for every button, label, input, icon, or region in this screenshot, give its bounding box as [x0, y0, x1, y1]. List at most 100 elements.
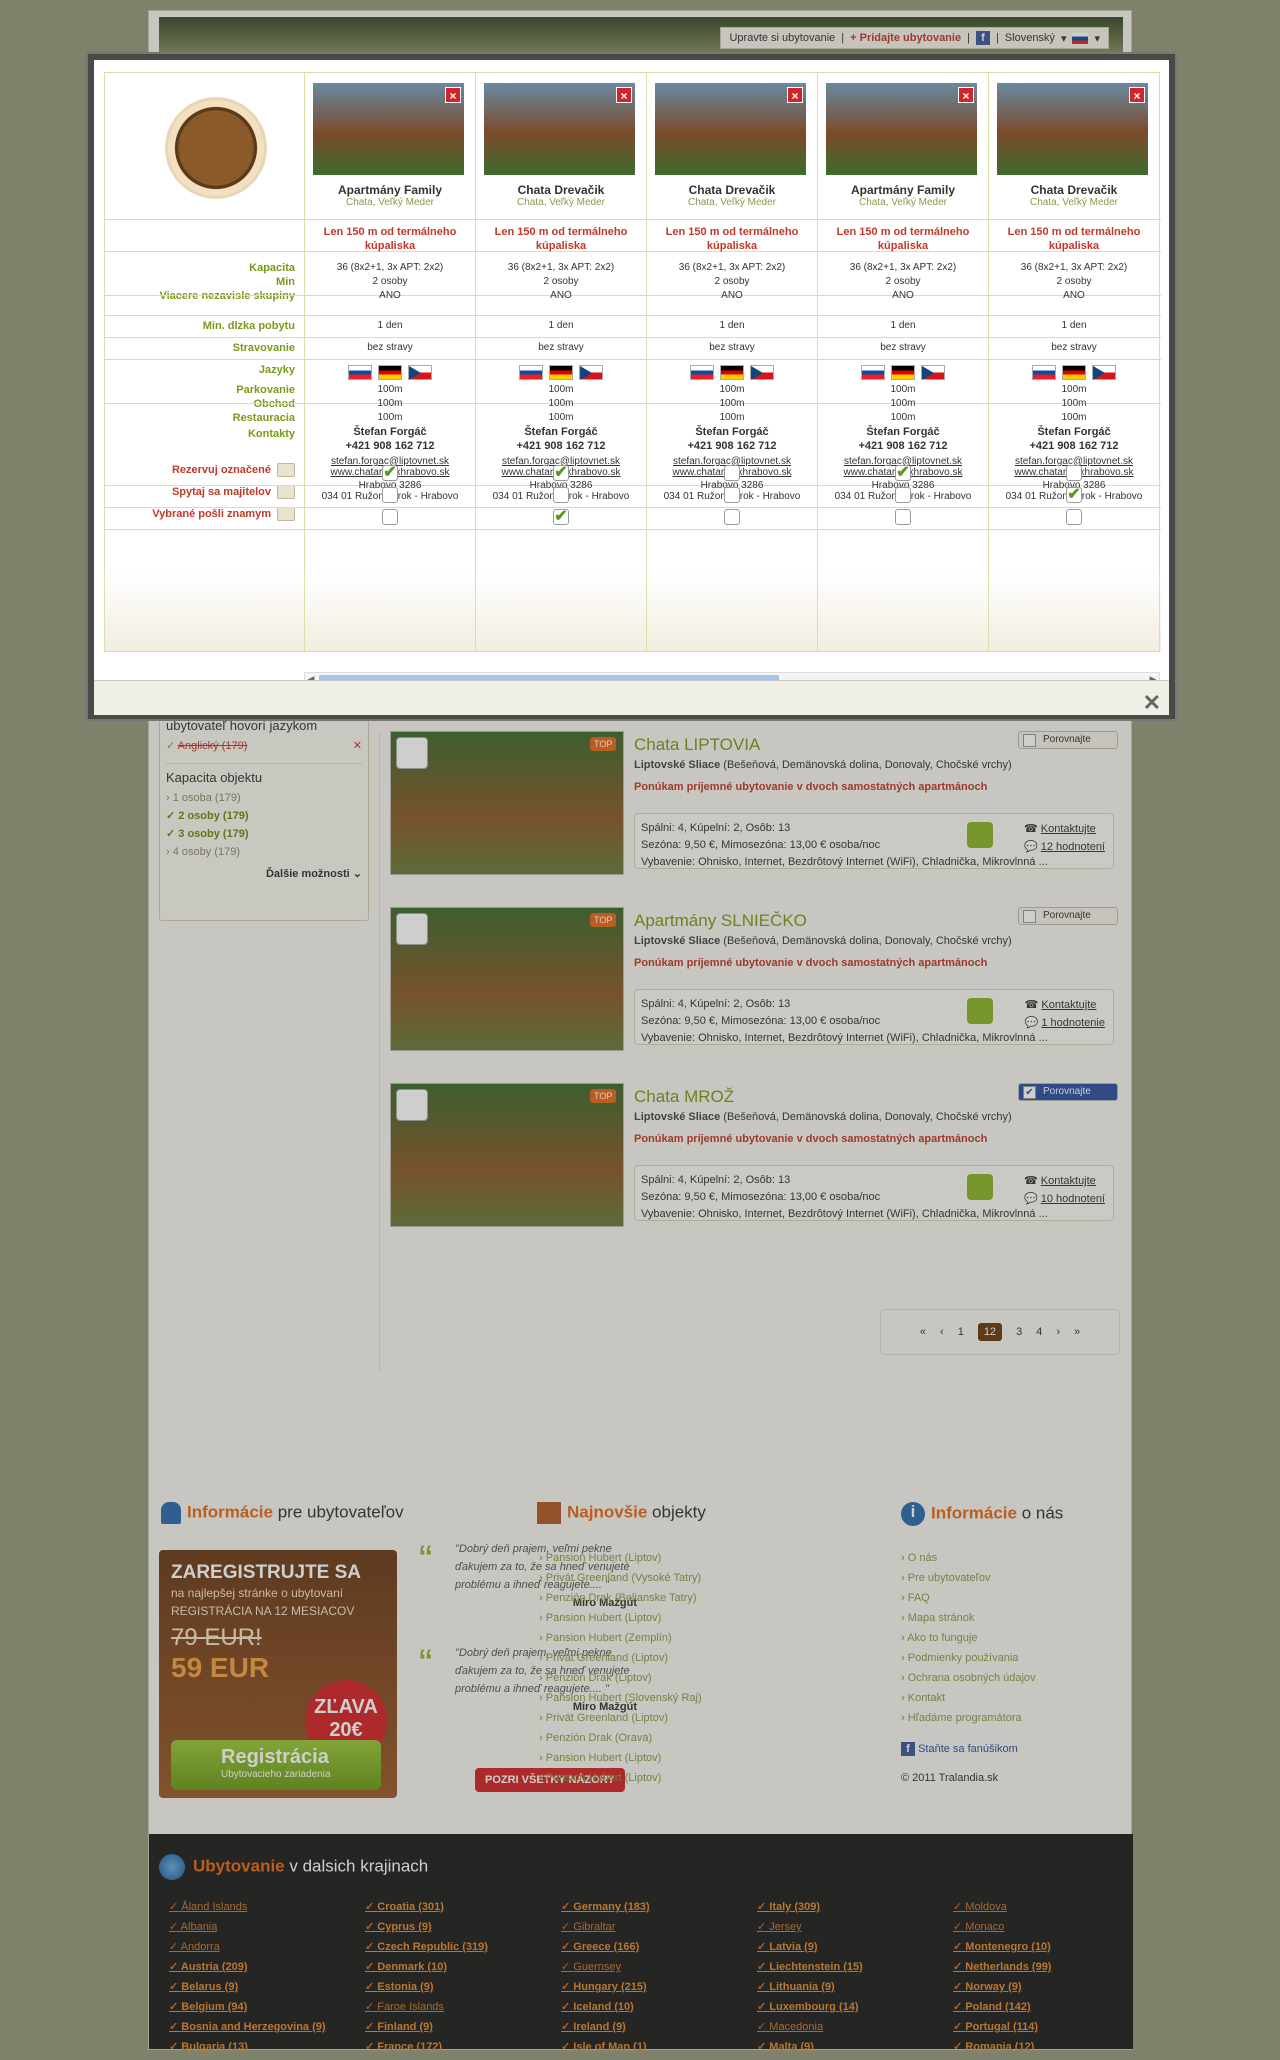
language-flags: [305, 365, 475, 380]
reserve-checkbox[interactable]: [382, 465, 398, 481]
row-label-reserve: Rezervuj označené: [105, 463, 295, 478]
compare-contact-phone: +421 908 162 712: [1029, 440, 1119, 452]
remove-compare-icon[interactable]: ×: [787, 87, 803, 103]
compare-distance: Len 150 m od termálneho kúpaliska: [836, 226, 970, 252]
flag-de-icon: [549, 365, 573, 380]
compare-type: Chata, Veľký Meder: [859, 197, 947, 208]
remove-compare-icon[interactable]: ×: [958, 87, 974, 103]
remove-compare-icon[interactable]: ×: [616, 87, 632, 103]
reserve-checkbox[interactable]: [553, 465, 569, 481]
compare-value-shop: 100m: [890, 398, 916, 409]
flag-de-icon: [1062, 365, 1086, 380]
compare-value-cap: 36 (8x2+1, 3x APT: 2x2): [849, 262, 957, 273]
compare-value-groups: ANO: [721, 290, 743, 301]
modal-overlay[interactable]: Kapacita Min Viacere nezavisle skupiny Min.…: [0, 0, 1280, 2060]
ask-checkbox[interactable]: [382, 487, 398, 503]
ask-checkbox[interactable]: [724, 487, 740, 503]
compare-photo[interactable]: [655, 83, 806, 175]
compare-value-cap: 36 (8x2+1, 3x APT: 2x2): [1020, 262, 1128, 273]
remove-compare-icon[interactable]: ×: [1129, 87, 1145, 103]
language-flags: [989, 365, 1159, 380]
flag-sk-icon: [519, 365, 543, 380]
compare-contact-owner: Štefan Forgáč: [866, 426, 940, 438]
ask-checkbox[interactable]: [895, 487, 911, 503]
compare-column: × Apartmány Family Chata, Veľký Meder Len 1…: [305, 73, 476, 651]
compare-value-park: 100m: [890, 384, 916, 395]
flag-sk-icon: [1032, 365, 1056, 380]
compare-photo[interactable]: [484, 83, 635, 175]
row-label-ask: Spytaj sa majitelov: [105, 485, 295, 500]
compare-photo[interactable]: [997, 83, 1148, 175]
compare-value-min: 2 osoby: [885, 276, 921, 287]
compare-value-park: 100m: [548, 384, 574, 395]
language-flags: [647, 365, 817, 380]
send-checkbox[interactable]: [1066, 509, 1082, 525]
compare-value-shop: 100m: [548, 398, 574, 409]
compare-column: × Chata Drevačik Chata, Veľký Meder Len 150…: [476, 73, 647, 651]
compare-photo[interactable]: [313, 83, 464, 175]
compare-value-cap: 36 (8x2+1, 3x APT: 2x2): [678, 262, 786, 273]
row-label-min: Min: [276, 276, 295, 288]
flag-cz-icon: [579, 365, 603, 380]
compare-distance: Len 150 m od termálneho kúpaliska: [1007, 226, 1141, 252]
ask-checkbox[interactable]: [553, 487, 569, 503]
send-checkbox[interactable]: [382, 509, 398, 525]
compare-distance: Len 150 m od termálneho kúpaliska: [665, 226, 799, 252]
compare-name[interactable]: Apartmány Family: [818, 183, 988, 197]
send-checkbox[interactable]: [724, 509, 740, 525]
compare-type: Chata, Veľký Meder: [1030, 197, 1118, 208]
compare-table: Kapacita Min Viacere nezavisle skupiny Min.…: [104, 72, 1161, 652]
compare-contact-phone: +421 908 162 712: [516, 440, 606, 452]
row-label-contacts: Kontakty: [247, 428, 295, 440]
language-flags: [818, 365, 988, 380]
flag-cz-icon: [750, 365, 774, 380]
compare-value-min: 2 osoby: [1056, 276, 1092, 287]
ask-checkbox[interactable]: [1066, 487, 1082, 503]
flag-de-icon: [891, 365, 915, 380]
compare-contact-phone: +421 908 162 712: [687, 440, 777, 452]
compare-contact-owner: Štefan Forgáč: [353, 426, 427, 438]
compare-value-shop: 100m: [377, 398, 403, 409]
compare-value-park: 100m: [1061, 384, 1087, 395]
reserve-checkbox[interactable]: [724, 465, 740, 481]
flag-de-icon: [378, 365, 402, 380]
compare-contact-owner: Štefan Forgáč: [524, 426, 598, 438]
compare-photo[interactable]: [826, 83, 977, 175]
send-checkbox[interactable]: [553, 509, 569, 525]
row-label-capacity: Kapacita: [249, 262, 295, 274]
compare-name[interactable]: Apartmány Family: [305, 183, 475, 197]
compare-value-park: 100m: [377, 384, 403, 395]
reserve-checkbox[interactable]: [1066, 465, 1082, 481]
compare-value-rest: 100m: [377, 412, 403, 423]
compare-value-food: bez stravy: [1051, 342, 1097, 353]
row-label-send: Vybrané pošli znamym: [105, 507, 295, 522]
reserve-icon: [277, 463, 295, 478]
compare-name[interactable]: Chata Drevačik: [989, 183, 1159, 197]
compare-value-shop: 100m: [1061, 398, 1087, 409]
compare-value-food: bez stravy: [367, 342, 413, 353]
language-flags: [476, 365, 646, 380]
flag-de-icon: [720, 365, 744, 380]
row-label-rest: Restauracia: [232, 412, 295, 424]
compare-column: × Chata Drevačik Chata, Veľký Meder Len 150…: [647, 73, 818, 651]
compare-type: Chata, Veľký Meder: [688, 197, 776, 208]
compare-type: Chata, Veľký Meder: [517, 197, 605, 208]
reserve-checkbox[interactable]: [895, 465, 911, 481]
compare-modal: Kapacita Min Viacere nezavisle skupiny Min.…: [86, 52, 1177, 721]
close-icon[interactable]: ✕: [1143, 690, 1161, 716]
compare-value-min: 2 osoby: [543, 276, 579, 287]
remove-compare-icon[interactable]: ×: [445, 87, 461, 103]
flag-sk-icon: [861, 365, 885, 380]
compare-value-rest: 100m: [890, 412, 916, 423]
compare-name[interactable]: Chata Drevačik: [647, 183, 817, 197]
compare-distance: Len 150 m od termálneho kúpaliska: [323, 226, 457, 252]
compare-value-food: bez stravy: [538, 342, 584, 353]
compare-name[interactable]: Chata Drevačik: [476, 183, 646, 197]
send-checkbox[interactable]: [895, 509, 911, 525]
compare-value-stay: 1 den: [890, 320, 916, 331]
flag-cz-icon: [408, 365, 432, 380]
row-label-groups: Viacere nezavisle skupiny: [159, 290, 295, 302]
compare-value-food: bez stravy: [880, 342, 926, 353]
compare-contact-owner: Štefan Forgáč: [1037, 426, 1111, 438]
compare-value-groups: ANO: [892, 290, 914, 301]
